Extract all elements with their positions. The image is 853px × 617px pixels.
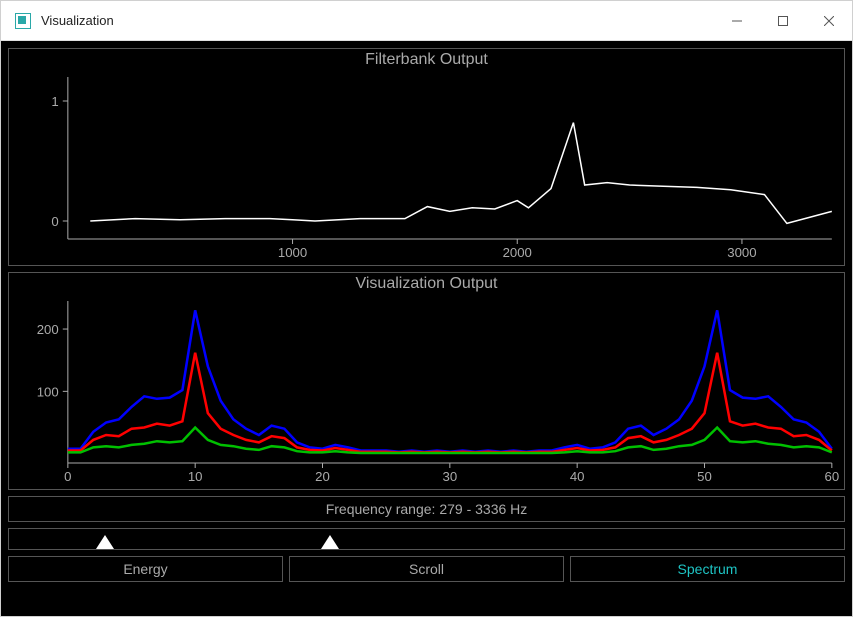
app-icon <box>15 13 31 29</box>
visualization-panel: Visualization Output 0 10 20 30 40 50 60 100 200 <box>8 272 845 490</box>
svg-text:200: 200 <box>37 322 59 337</box>
close-icon <box>824 16 834 26</box>
svg-text:0: 0 <box>64 469 71 484</box>
slider-handle-high[interactable] <box>321 535 339 549</box>
maximize-icon <box>778 16 788 26</box>
svg-text:1: 1 <box>51 94 58 109</box>
svg-text:0: 0 <box>51 214 58 229</box>
svg-text:3000: 3000 <box>727 245 756 260</box>
svg-text:40: 40 <box>570 469 585 484</box>
maximize-button[interactable] <box>760 1 806 41</box>
minimize-icon <box>732 16 742 26</box>
titlebar: Visualization <box>1 1 852 41</box>
svg-text:60: 60 <box>824 469 839 484</box>
mode-button-spectrum[interactable]: Spectrum <box>570 556 845 582</box>
svg-text:2000: 2000 <box>503 245 532 260</box>
visualization-title: Visualization Output <box>9 273 844 295</box>
svg-text:10: 10 <box>188 469 203 484</box>
frequency-range-label: Frequency range: 279 - 3336 Hz <box>8 496 845 522</box>
svg-text:30: 30 <box>443 469 458 484</box>
svg-text:1000: 1000 <box>278 245 307 260</box>
mode-button-row: Energy Scroll Spectrum <box>8 556 845 582</box>
svg-text:20: 20 <box>315 469 330 484</box>
mode-button-scroll[interactable]: Scroll <box>289 556 564 582</box>
filterbank-title: Filterbank Output <box>9 49 844 71</box>
svg-text:100: 100 <box>37 384 59 399</box>
window-title: Visualization <box>41 13 714 28</box>
frequency-range-slider[interactable] <box>8 528 845 550</box>
close-button[interactable] <box>806 1 852 41</box>
minimize-button[interactable] <box>714 1 760 41</box>
svg-text:50: 50 <box>697 469 712 484</box>
mode-button-energy[interactable]: Energy <box>8 556 283 582</box>
app-window: Visualization Filterbank Output 10002000… <box>0 0 853 617</box>
visualization-plot[interactable]: 0 10 20 30 40 50 60 100 200 <box>9 295 844 487</box>
filterbank-panel: Filterbank Output 1000 2000 3000 0 1 <box>8 48 845 266</box>
client-area: Filterbank Output 10002000300001 Visuali… <box>1 41 852 616</box>
filterbank-plot[interactable]: 1000 2000 3000 0 1 <box>9 71 844 263</box>
slider-handle-low[interactable] <box>96 535 114 549</box>
